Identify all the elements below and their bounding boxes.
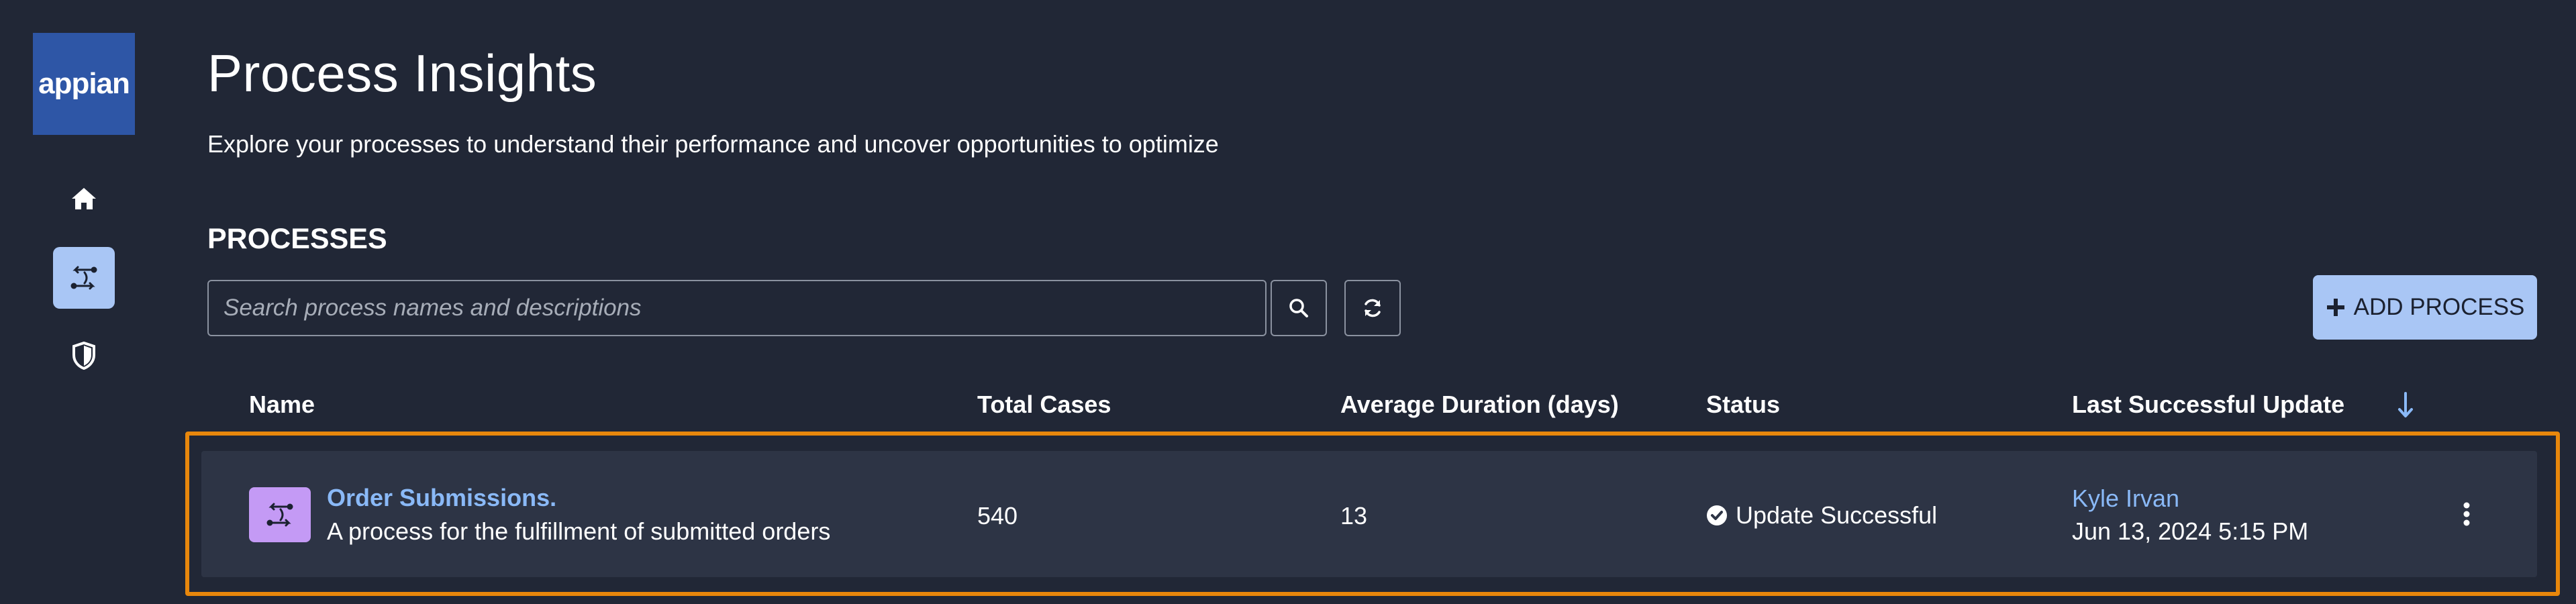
section-title: PROCESSES (207, 223, 387, 255)
plus-icon (2326, 299, 2344, 316)
column-header-average-duration[interactable]: Average Duration (days) (1340, 391, 1619, 419)
column-header-last-update[interactable]: Last Successful Update (2072, 391, 2344, 419)
side-rail: appian (0, 0, 168, 604)
sort-descending-icon[interactable] (2396, 391, 2415, 420)
process-icon (70, 266, 97, 290)
refresh-button[interactable] (1344, 280, 1401, 336)
page-subtitle: Explore your processes to understand the… (207, 130, 1219, 158)
column-header-total-cases[interactable]: Total Cases (977, 391, 1111, 419)
column-header-name[interactable]: Name (249, 391, 315, 419)
search-input[interactable] (207, 280, 1267, 336)
shield-icon (72, 342, 95, 370)
appian-logo[interactable]: appian (33, 33, 135, 135)
refresh-icon (1365, 299, 1381, 317)
logo-text: appian (38, 67, 130, 100)
add-process-label: ADD PROCESS (2353, 294, 2525, 320)
page-title: Process Insights (207, 44, 597, 103)
column-header-status[interactable]: Status (1706, 391, 1780, 419)
row-highlight-outline (185, 432, 2560, 596)
nav-home[interactable] (53, 168, 115, 230)
home-icon (72, 188, 96, 209)
nav-security[interactable] (53, 325, 115, 387)
search-button[interactable] (1271, 280, 1327, 336)
nav-processes[interactable] (53, 247, 115, 309)
search-icon (1289, 299, 1308, 317)
add-process-button[interactable]: ADD PROCESS (2313, 275, 2537, 340)
